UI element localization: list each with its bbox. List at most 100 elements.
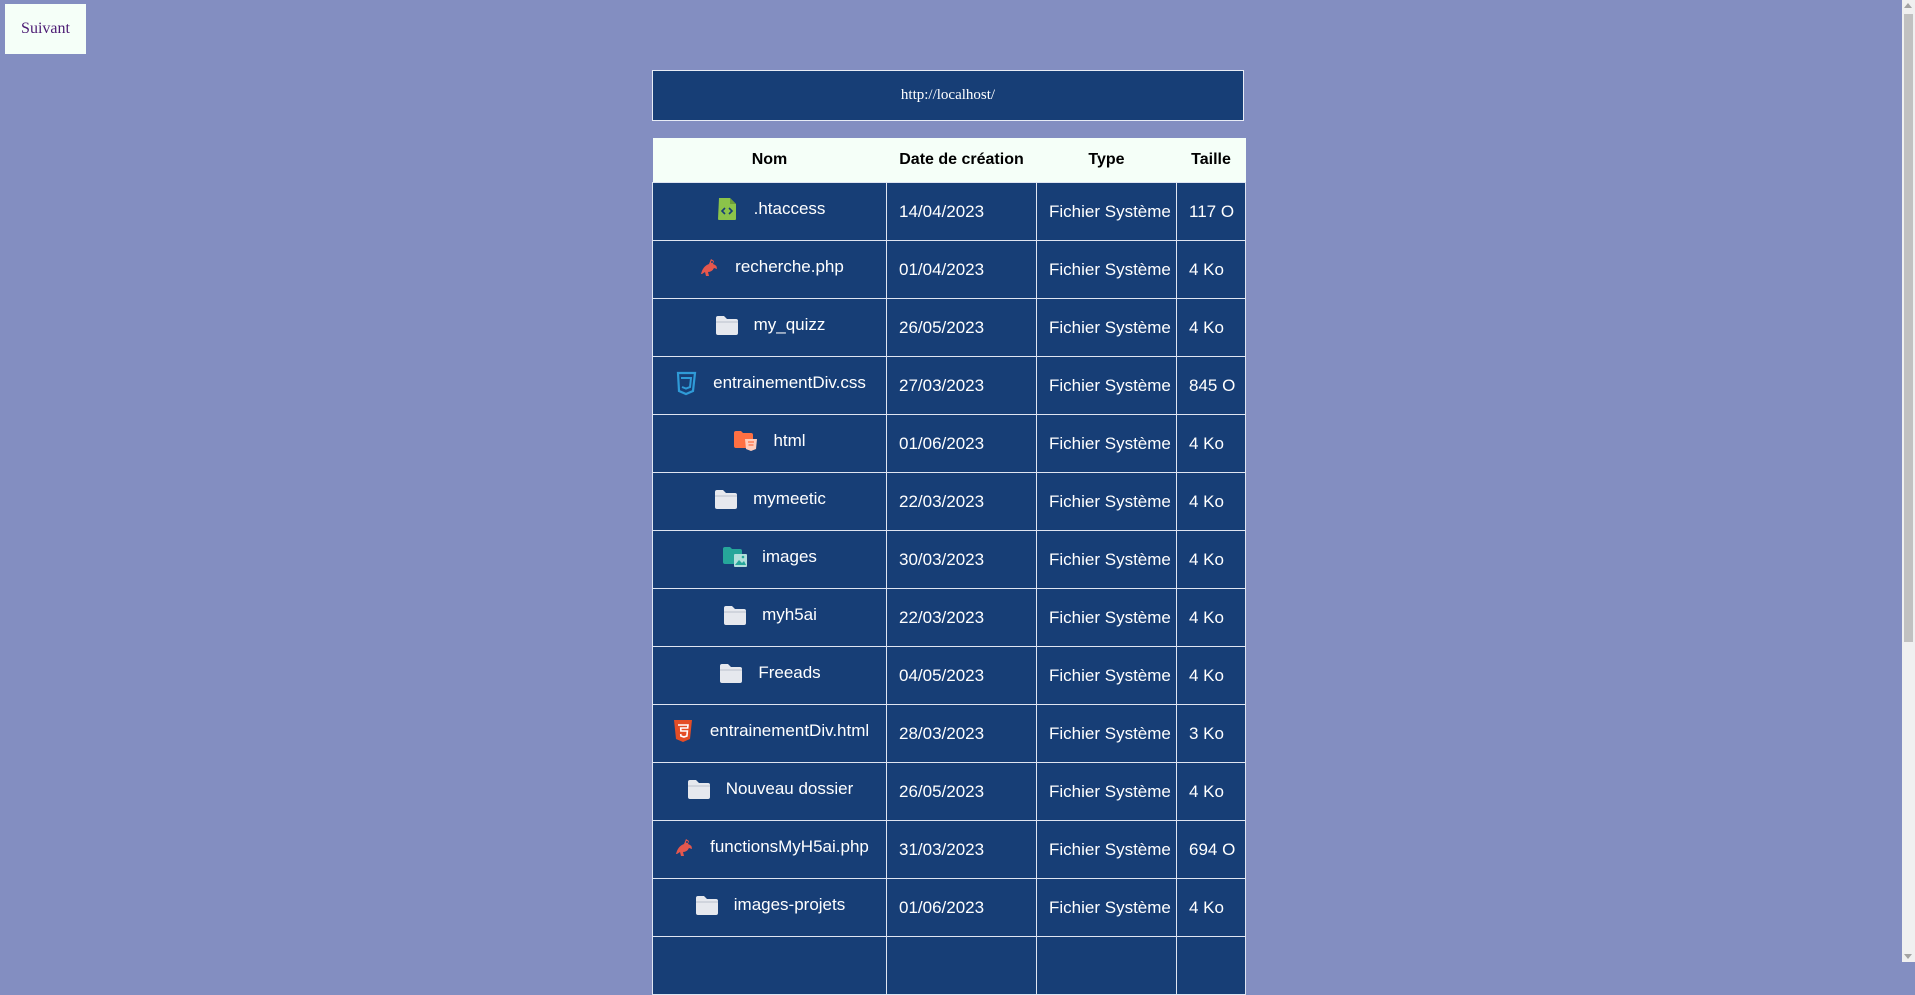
file-date: 01/06/2023 [886,414,1037,473]
file-name-link[interactable]: .htaccess [754,199,826,219]
file-size: 4 Ko [1176,646,1246,705]
file-name-link[interactable]: entrainementDiv.css [713,373,866,393]
file-date: 04/05/2023 [886,646,1037,705]
file-size: 4 Ko [1176,878,1246,937]
table-row[interactable]: functionsMyH5ai.php 31/03/2023 Fichier Sys… [652,820,1246,879]
table-row[interactable]: images 30/03/2023 Fichier Système 4 Ko [652,530,1246,589]
file-name-cell[interactable] [652,936,887,995]
file-entry[interactable]: functionsMyH5ai.php [670,834,869,860]
file-entry[interactable]: Nouveau dossier [686,776,854,802]
file-name-link[interactable]: my_quizz [754,315,826,335]
file-name-cell[interactable]: images [652,530,887,589]
table-row[interactable]: Nouveau dossier 26/05/2023 Fichier Système… [652,762,1246,821]
table-header-row: Nom Date de création Type Taille [652,138,1246,183]
file-entry[interactable]: myh5ai [722,602,817,628]
file-date: 31/03/2023 [886,820,1037,879]
table-row[interactable]: entrainementDiv.html 28/03/2023 Fichier Sy… [652,704,1246,763]
column-header-size[interactable]: Taille [1176,138,1246,183]
file-name-link[interactable]: functionsMyH5ai.php [710,837,869,857]
images-folder-icon [722,544,748,570]
file-name-cell[interactable]: recherche.php [652,240,887,299]
file-size: 4 Ko [1176,298,1246,357]
file-size: 4 Ko [1176,240,1246,299]
column-header-date[interactable]: Date de création [886,138,1037,183]
php-icon [695,254,721,280]
table-row[interactable]: html 01/06/2023 Fichier Système 4 Ko [652,414,1246,473]
scroll-down-arrow-icon[interactable] [1904,954,1912,959]
file-type: Fichier Système [1036,240,1177,299]
file-date: 26/05/2023 [886,298,1037,357]
vertical-scrollbar[interactable] [1902,0,1915,962]
folder-icon [694,892,720,918]
table-row[interactable]: entrainementDiv.css 27/03/2023 Fichier Sys… [652,356,1246,415]
file-date: 27/03/2023 [886,356,1037,415]
file-entry[interactable]: entrainementDiv.css [673,370,866,396]
file-type: Fichier Système [1036,530,1177,589]
file-date: 28/03/2023 [886,704,1037,763]
file-entry[interactable]: mymeetic [713,486,826,512]
file-name-cell[interactable]: .htaccess [652,182,887,241]
file-name-link[interactable]: images [762,547,817,567]
file-name-cell[interactable]: html [652,414,887,473]
file-name-cell[interactable]: myh5ai [652,588,887,647]
column-header-type[interactable]: Type [1036,138,1177,183]
file-size: 4 Ko [1176,472,1246,531]
file-type: Fichier Système [1036,356,1177,415]
file-entry[interactable]: recherche.php [695,254,844,280]
file-entry[interactable]: my_quizz [714,312,826,338]
file-entry[interactable]: html [733,428,806,454]
file-type: Fichier Système [1036,820,1177,879]
file-name-link[interactable]: myh5ai [762,605,817,625]
file-entry[interactable]: Freeads [718,660,821,686]
file-size: 845 O [1176,356,1246,415]
file-type: Fichier Système [1036,588,1177,647]
file-name-cell[interactable]: images-projets [652,878,887,937]
file-size: 4 Ko [1176,762,1246,821]
file-date: 01/04/2023 [886,240,1037,299]
file-name-cell[interactable]: entrainementDiv.css [652,356,887,415]
code-file-icon [714,196,740,222]
table-row[interactable]: mymeetic 22/03/2023 Fichier Système 4 Ko [652,472,1246,531]
file-type: Fichier Système [1036,646,1177,705]
file-name-cell[interactable]: entrainementDiv.html [652,704,887,763]
table-row[interactable]: Freeads 04/05/2023 Fichier Système 4 Ko [652,646,1246,705]
file-name-link[interactable]: entrainementDiv.html [710,721,869,741]
file-name-link[interactable]: images-projets [734,895,846,915]
file-name-link[interactable]: Freeads [758,663,820,683]
file-type [1036,936,1177,995]
php-icon [670,834,696,860]
file-name-cell[interactable]: mymeetic [652,472,887,531]
table-row[interactable] [652,936,1246,995]
file-name-cell[interactable]: functionsMyH5ai.php [652,820,887,879]
table-row[interactable]: recherche.php 01/04/2023 Fichier Système 4 … [652,240,1246,299]
file-name-link[interactable]: recherche.php [735,257,844,277]
file-type: Fichier Système [1036,878,1177,937]
table-row[interactable]: .htaccess 14/04/2023 Fichier Système 117 O [652,182,1246,241]
file-name-link[interactable]: html [773,431,805,451]
file-entry[interactable]: entrainementDiv.html [670,718,869,744]
file-name-link[interactable]: mymeetic [753,489,826,509]
file-type: Fichier Système [1036,704,1177,763]
file-size: 4 Ko [1176,530,1246,589]
table-row[interactable]: my_quizz 26/05/2023 Fichier Système 4 Ko [652,298,1246,357]
file-name-cell[interactable]: Nouveau dossier [652,762,887,821]
file-size: 4 Ko [1176,588,1246,647]
next-button[interactable]: Suivant [5,4,86,54]
table-row[interactable]: images-projets 01/06/2023 Fichier Système 4… [652,878,1246,937]
column-header-name[interactable]: Nom [652,138,887,183]
file-name-cell[interactable]: my_quizz [652,298,887,357]
folder-icon [722,602,748,628]
table-row[interactable]: myh5ai 22/03/2023 Fichier Système 4 Ko [652,588,1246,647]
file-name-link[interactable]: Nouveau dossier [726,779,854,799]
file-entry[interactable]: images [722,544,817,570]
file-entry[interactable]: images-projets [694,892,846,918]
file-entry[interactable]: .htaccess [714,196,826,222]
scroll-up-arrow-icon[interactable] [1904,3,1912,8]
file-type: Fichier Système [1036,414,1177,473]
file-name-cell[interactable]: Freeads [652,646,887,705]
file-date: 30/03/2023 [886,530,1037,589]
file-size: 117 O [1176,182,1246,241]
file-size: 3 Ko [1176,704,1246,763]
scrollbar-thumb[interactable] [1904,14,1913,642]
file-type: Fichier Système [1036,298,1177,357]
